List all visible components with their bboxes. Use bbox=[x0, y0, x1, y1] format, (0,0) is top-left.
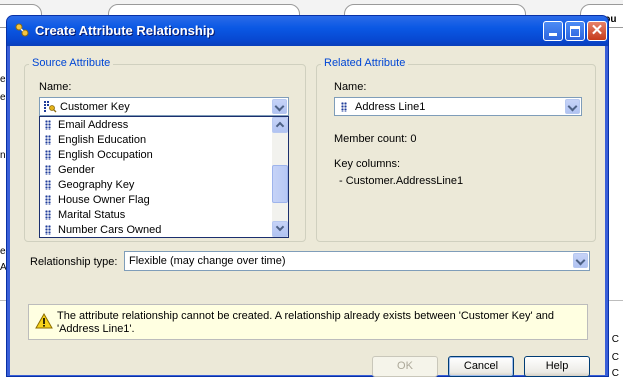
warning-text: The attribute relationship cannot be cre… bbox=[57, 310, 555, 335]
maximize-button[interactable] bbox=[565, 21, 585, 41]
relationship-type-label: Relationship type: bbox=[30, 256, 118, 268]
chevron-down-icon[interactable] bbox=[565, 99, 580, 114]
cancel-button[interactable]: Cancel bbox=[448, 356, 514, 377]
chevron-down-icon[interactable] bbox=[573, 253, 588, 268]
attribute-icon bbox=[341, 102, 347, 112]
chevron-down-icon[interactable] bbox=[272, 99, 287, 114]
key-columns-label: Key columns: bbox=[334, 158, 401, 170]
background-text: e bbox=[0, 74, 6, 85]
list-scrollbar[interactable] bbox=[272, 117, 288, 237]
warning-message-box: The attribute relationship cannot be cre… bbox=[28, 304, 588, 340]
scroll-thumb[interactable] bbox=[272, 165, 288, 203]
minimize-button[interactable] bbox=[543, 21, 563, 41]
scroll-down-button[interactable] bbox=[272, 221, 288, 237]
list-item[interactable]: House Owner Flag bbox=[40, 193, 272, 208]
source-selected-value: Customer Key bbox=[60, 101, 130, 113]
background-text: n bbox=[0, 150, 6, 161]
dialog-body: Source Attribute Name: Customer Key Emai… bbox=[10, 46, 605, 377]
scroll-up-button[interactable] bbox=[272, 117, 288, 133]
source-name-label: Name: bbox=[39, 81, 72, 93]
related-name-label: Name: bbox=[334, 81, 367, 93]
relationship-type-combobox[interactable]: Flexible (may change over time) bbox=[124, 251, 590, 271]
relationship-type-value: Flexible (may change over time) bbox=[129, 255, 286, 267]
source-attribute-list[interactable]: Email Address English Education English … bbox=[39, 116, 289, 238]
relationship-icon bbox=[15, 23, 29, 37]
list-item[interactable]: Geography Key bbox=[40, 178, 272, 193]
list-item[interactable]: Number Cars Owned bbox=[40, 223, 272, 237]
warning-icon bbox=[35, 313, 53, 329]
list-item[interactable]: Marital Status bbox=[40, 208, 272, 223]
title-bar[interactable]: Create Attribute Relationship ✕ bbox=[7, 16, 608, 46]
source-attribute-combobox[interactable]: Customer Key bbox=[39, 97, 289, 116]
source-attribute-group: Source Attribute Name: Customer Key Emai… bbox=[24, 57, 306, 242]
list-item[interactable]: English Education bbox=[40, 133, 272, 148]
attribute-icon bbox=[45, 180, 51, 190]
dialog-title: Create Attribute Relationship bbox=[35, 23, 215, 38]
key-column-value: - Customer.AddressLine1 bbox=[339, 175, 464, 187]
attribute-icon bbox=[45, 225, 51, 235]
key-attribute-icon bbox=[44, 101, 57, 113]
close-icon: ✕ bbox=[590, 22, 604, 39]
list-item[interactable]: Gender bbox=[40, 163, 272, 178]
related-selected-value: Address Line1 bbox=[355, 101, 426, 113]
attribute-icon bbox=[45, 120, 51, 130]
related-attribute-combobox[interactable]: Address Line1 bbox=[334, 97, 582, 116]
help-button[interactable]: Help bbox=[524, 356, 590, 377]
attribute-icon bbox=[45, 150, 51, 160]
background-text: C bbox=[611, 352, 619, 363]
list-item[interactable]: English Occupation bbox=[40, 148, 272, 163]
list-item[interactable]: Email Address bbox=[40, 118, 272, 133]
related-attribute-group: Related Attribute Name: Address Line1 Me… bbox=[316, 57, 596, 242]
close-button[interactable]: ✕ bbox=[587, 21, 607, 41]
attribute-icon bbox=[45, 165, 51, 175]
attribute-icon bbox=[45, 210, 51, 220]
attribute-icon bbox=[45, 135, 51, 145]
member-count: Member count: 0 bbox=[334, 133, 417, 145]
background-text: e bbox=[0, 92, 6, 103]
source-attribute-title: Source Attribute bbox=[29, 57, 114, 69]
create-attribute-relationship-dialog: Create Attribute Relationship ✕ Source A… bbox=[6, 15, 609, 377]
background-text: C bbox=[611, 368, 619, 379]
ok-button[interactable]: OK bbox=[372, 356, 438, 377]
related-attribute-title: Related Attribute bbox=[321, 57, 409, 69]
attribute-icon bbox=[45, 195, 51, 205]
background-text: C bbox=[611, 334, 619, 345]
